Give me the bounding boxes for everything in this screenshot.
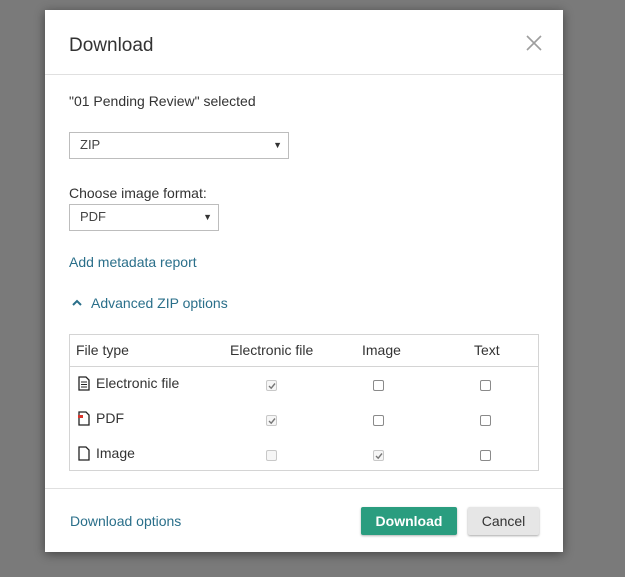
row0-text-checkbox[interactable]: [480, 380, 491, 391]
row2-text-checkbox[interactable]: [480, 450, 491, 461]
selection-summary: "01 Pending Review" selected: [69, 93, 256, 109]
header-electronic-file: Electronic file: [230, 342, 314, 358]
image-format-value: PDF: [80, 209, 106, 224]
download-format-select[interactable]: ZIP ▼: [69, 132, 289, 159]
row2-image-checkbox[interactable]: [373, 450, 384, 461]
image-format-label: Choose image format:: [69, 185, 207, 201]
close-icon[interactable]: [525, 34, 543, 52]
row2-electronic-checkbox[interactable]: [266, 450, 277, 461]
row1-electronic-checkbox[interactable]: [266, 415, 277, 426]
advanced-zip-options-label: Advanced ZIP options: [91, 295, 228, 311]
pdf-file-icon: [78, 410, 90, 426]
table-row: Image: [70, 438, 538, 473]
table-row: PDF: [70, 403, 538, 438]
electronic-file-icon: [78, 375, 90, 391]
row1-text-checkbox[interactable]: [480, 415, 491, 426]
download-options-link[interactable]: Download options: [70, 513, 181, 529]
row0-electronic-checkbox[interactable]: [266, 380, 277, 391]
file-type-cell: PDF: [78, 410, 124, 426]
file-type-label: Image: [96, 445, 135, 461]
dropdown-caret-icon: ▼: [203, 212, 212, 222]
add-metadata-report-link[interactable]: Add metadata report: [69, 254, 197, 270]
table-row: Electronic file: [70, 368, 538, 403]
dialog-title: Download: [69, 35, 154, 56]
dialog-header: Download: [45, 10, 563, 75]
file-type-cell: Image: [78, 445, 135, 461]
file-type-label: PDF: [96, 410, 124, 426]
file-type-table: File type Electronic file Image Text Ele…: [69, 334, 539, 471]
header-image: Image: [362, 342, 401, 358]
download-format-value: ZIP: [80, 137, 101, 152]
row1-image-checkbox[interactable]: [373, 415, 384, 426]
image-format-select[interactable]: PDF ▼: [69, 204, 219, 231]
download-dialog: Download "01 Pending Review" selected ZI…: [45, 10, 563, 552]
advanced-zip-options-toggle[interactable]: Advanced ZIP options: [71, 295, 228, 311]
dropdown-caret-icon: ▼: [273, 140, 282, 150]
table-header: File type Electronic file Image Text: [70, 335, 538, 367]
dialog-footer: Download options Download Cancel: [45, 488, 563, 553]
header-text: Text: [474, 342, 500, 358]
image-file-icon: [78, 445, 90, 461]
cancel-button[interactable]: Cancel: [468, 507, 539, 535]
chevron-up-icon: [72, 299, 82, 306]
header-file-type: File type: [76, 342, 129, 358]
file-type-cell: Electronic file: [78, 375, 179, 391]
row0-image-checkbox[interactable]: [373, 380, 384, 391]
download-button[interactable]: Download: [361, 507, 457, 535]
file-type-label: Electronic file: [96, 375, 180, 391]
